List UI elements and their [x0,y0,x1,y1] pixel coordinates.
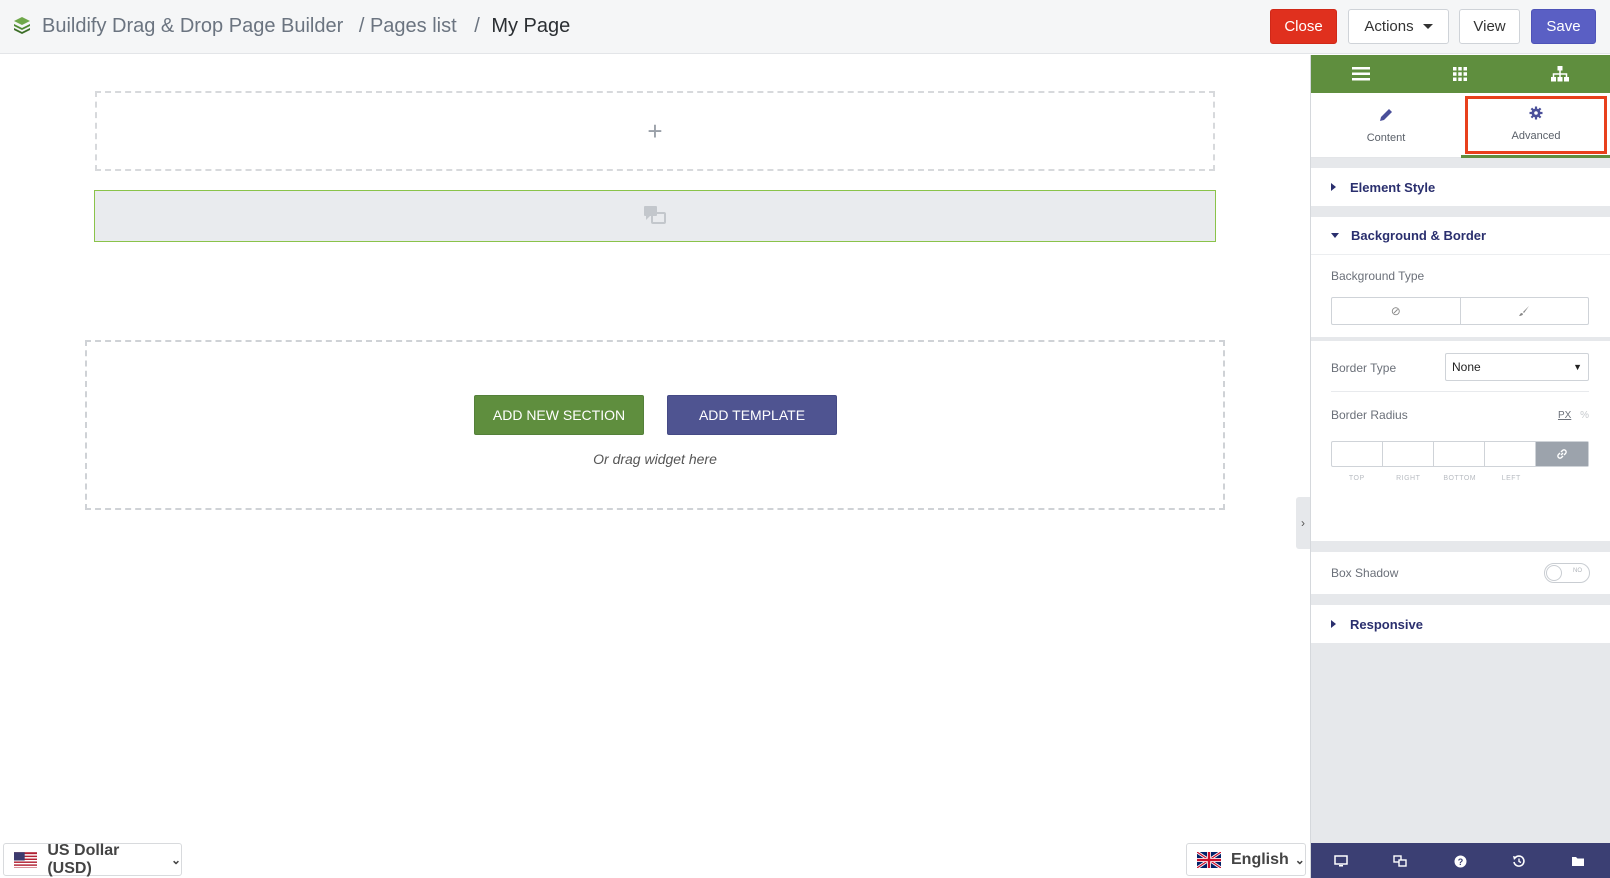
add-new-section-button[interactable]: ADD NEW SECTION [474,395,644,435]
currency-selector[interactable]: US Dollar (USD) ⌄ [3,841,182,877]
pencil-icon [1379,108,1393,126]
tab-advanced-label: Advanced [1511,130,1561,142]
border-controls: Border Type None ▼ Border Radius PX % TO… [1311,341,1610,541]
background-type-control: Background Type ⊘ [1311,255,1610,337]
panel-tabs: Content Advanced [1311,93,1610,158]
radius-top-input[interactable] [1332,442,1383,466]
section-background-border-label: Background & Border [1351,228,1487,243]
collapse-panel-toggle[interactable]: › [1296,497,1310,549]
caret-right-icon [1331,183,1336,191]
border-radius-label: Border Radius [1331,408,1408,422]
add-new-section-label: ADD NEW SECTION [492,407,626,423]
language-label: English [1231,850,1289,868]
desktop-icon[interactable] [1332,852,1350,870]
breadcrumb-pages[interactable]: / Pages list [359,15,457,37]
save-button-label: Save [1546,18,1581,35]
widgets-grid-icon[interactable] [1450,64,1470,84]
unit-percent[interactable]: % [1580,410,1589,421]
box-shadow-toggle[interactable]: NO [1544,563,1590,583]
language-selector[interactable]: English ⌄ [1186,843,1306,876]
border-radius-inputs [1331,441,1589,467]
background-classic-option[interactable] [1459,298,1589,324]
caret-right-icon [1331,620,1336,628]
panel-top-bar [1311,55,1610,93]
panel-footer: ? [1311,843,1610,878]
divider [1331,391,1589,392]
section-element-style[interactable]: Element Style [1311,168,1610,206]
drop-zone[interactable]: ADD NEW SECTION ADD TEMPLATE Or drag wid… [85,340,1225,510]
currency-label: US Dollar (USD) [47,841,120,877]
section-responsive[interactable]: Responsive [1311,605,1610,643]
background-type-label: Background Type [1331,269,1425,283]
view-button[interactable]: View [1459,9,1520,44]
section-responsive-label: Responsive [1350,616,1423,632]
section-element-style-label: Element Style [1350,179,1436,195]
border-type-label: Border Type [1331,361,1397,375]
close-button[interactable]: Close [1270,9,1337,44]
tab-advanced[interactable]: Advanced [1461,93,1610,158]
breadcrumb-separator: / [474,15,480,37]
radius-bottom-input[interactable] [1434,442,1485,466]
radius-bottom-label: BOTTOM [1443,475,1477,482]
paint-brush-icon [1519,306,1530,316]
unit-px[interactable]: PX [1558,410,1571,421]
radius-side-labels: TOP RIGHT BOTTOM LEFT [1331,475,1537,482]
border-type-select[interactable]: None ▼ [1445,353,1589,381]
actions-dropdown-button[interactable]: Actions [1348,9,1449,44]
caret-down-icon [1331,233,1339,238]
tab-content-label: Content [1366,131,1406,144]
drag-hint-text: Or drag widget here [593,451,717,467]
border-type-value: None [1452,360,1481,374]
us-flag-icon [14,851,38,868]
unit-switcher: PX % [1558,410,1589,421]
chevron-down-icon: ⌄ [1294,852,1305,867]
radius-right-input[interactable] [1383,442,1434,466]
toggle-knob [1546,565,1562,581]
actions-button-label: Actions [1364,18,1414,35]
breadcrumb-current: My Page [491,15,571,37]
svg-text:?: ? [1457,857,1463,867]
top-bar: Buildify Drag & Drop Page Builder / Page… [0,0,1610,54]
add-template-label: ADD TEMPLATE [698,407,806,423]
folder-icon[interactable] [1569,852,1587,870]
section-background-border[interactable]: Background & Border [1311,217,1610,255]
help-icon[interactable]: ? [1451,852,1469,870]
ban-icon: ⊘ [1390,304,1401,318]
background-none-option[interactable]: ⊘ [1332,298,1460,324]
widget-placeholder-icon [644,206,666,224]
menu-icon[interactable] [1351,64,1371,84]
radius-left-label: LEFT [1501,475,1521,482]
radius-top-label: TOP [1348,475,1365,482]
breadcrumb: Buildify Drag & Drop Page Builder / Page… [42,15,570,38]
uk-flag-icon [1197,851,1221,868]
box-shadow-control: Box Shadow NO [1311,552,1610,594]
navigator-sitemap-icon[interactable] [1550,64,1570,84]
chevron-right-icon: › [1301,516,1305,530]
responsive-mode-icon[interactable] [1391,852,1409,870]
empty-column-add[interactable]: + [95,91,1215,171]
select-arrow-icon: ▼ [1573,362,1582,372]
gear-icon [1529,106,1543,124]
breadcrumb-app[interactable]: Buildify Drag & Drop Page Builder [42,15,343,37]
close-button-label: Close [1284,18,1323,35]
editor-panel: Content Advanced Element Style Backgroun [1310,55,1610,878]
buildify-logo-icon [14,17,30,34]
radius-right-label: RIGHT [1396,475,1421,482]
radius-left-input[interactable] [1485,442,1536,466]
toggle-state-text: NO [1573,568,1582,574]
plus-icon[interactable]: + [647,116,662,147]
background-type-choices: ⊘ [1331,297,1589,325]
tab-content[interactable]: Content [1311,93,1461,158]
link-values-icon[interactable] [1536,442,1588,466]
widget-placeholder[interactable] [94,190,1216,242]
history-icon[interactable] [1510,852,1528,870]
page-canvas: + ADD NEW SECTION ADD TEMPLATE Or drag w… [0,55,1310,878]
chevron-down-icon: ⌄ [170,852,181,867]
save-button[interactable]: Save [1531,9,1596,44]
view-button-label: View [1473,18,1506,35]
add-template-button[interactable]: ADD TEMPLATE [667,395,837,435]
box-shadow-label: Box Shadow [1331,566,1399,580]
caret-down-icon [1422,24,1433,29]
